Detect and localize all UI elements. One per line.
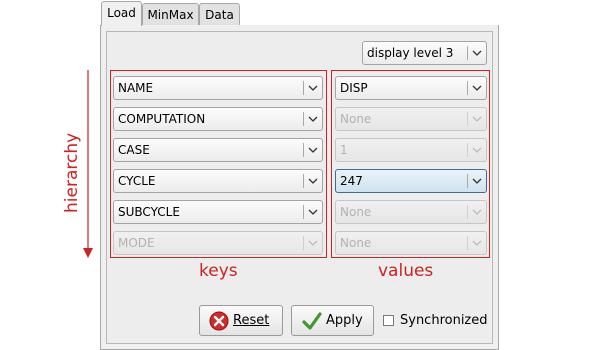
display-level-select[interactable]: display level 3	[362, 41, 487, 65]
value-select-5: None	[335, 200, 487, 224]
tab-load[interactable]: Load	[101, 1, 142, 26]
key-select-5-value: SUBCYCLE	[118, 205, 180, 219]
chevron-down-icon	[308, 209, 318, 215]
combo-separator	[303, 205, 304, 219]
chevron-down-icon	[472, 178, 482, 184]
key-select-3[interactable]: CASE	[113, 138, 323, 162]
chevron-down-icon	[308, 147, 318, 153]
apply-button[interactable]: Apply	[291, 305, 374, 336]
key-select-6: MODE	[113, 231, 323, 255]
combo-separator	[303, 81, 304, 95]
combo-separator	[467, 143, 468, 157]
key-select-4-value: CYCLE	[118, 174, 156, 188]
chevron-down-icon	[472, 209, 482, 215]
synchronized-label: Synchronized	[400, 313, 488, 328]
tab-minmax[interactable]: MinMax	[142, 3, 199, 26]
chevron-down-icon	[308, 116, 318, 122]
reset-label: Reset	[233, 313, 270, 328]
value-select-2-value: None	[340, 112, 372, 126]
combo-separator	[467, 205, 468, 219]
reset-icon	[209, 311, 229, 331]
combo-separator	[467, 236, 468, 250]
checkmark-icon	[302, 312, 322, 330]
value-select-4[interactable]: 247	[335, 169, 487, 193]
apply-label: Apply	[326, 313, 363, 328]
chevron-down-icon	[472, 116, 482, 122]
chevron-down-icon	[472, 85, 482, 91]
key-select-4[interactable]: CYCLE	[113, 169, 323, 193]
reset-button[interactable]: Reset	[199, 305, 283, 336]
hierarchy-label: hierarchy	[62, 132, 82, 213]
chevron-down-icon	[308, 240, 318, 246]
value-select-1-value: DISP	[340, 81, 368, 95]
key-select-3-value: CASE	[118, 143, 150, 157]
chevron-down-icon	[308, 178, 318, 184]
key-select-1[interactable]: NAME	[113, 76, 323, 100]
key-select-5[interactable]: SUBCYCLE	[113, 200, 323, 224]
chevron-down-icon	[472, 147, 482, 153]
hierarchy-arrow	[83, 70, 93, 258]
value-select-3: 1	[335, 138, 487, 162]
chevron-down-icon	[472, 240, 482, 246]
synchronized-checkbox[interactable]	[383, 315, 394, 326]
chevron-down-icon	[472, 50, 482, 56]
value-select-2: None	[335, 107, 487, 131]
combo-separator	[303, 143, 304, 157]
value-select-6: None	[335, 231, 487, 255]
keys-caption: keys	[199, 261, 238, 281]
combo-separator	[467, 112, 468, 126]
key-select-2-value: COMPUTATION	[118, 112, 206, 126]
combo-separator	[303, 236, 304, 250]
key-select-2[interactable]: COMPUTATION	[113, 107, 323, 131]
key-select-1-value: NAME	[118, 81, 154, 95]
value-select-3-value: 1	[340, 143, 348, 157]
chevron-down-icon	[308, 85, 318, 91]
combo-separator	[467, 174, 468, 188]
combo-separator	[303, 174, 304, 188]
value-select-5-value: None	[340, 205, 372, 219]
display-level-value: display level 3	[367, 46, 454, 60]
values-caption: values	[378, 261, 434, 281]
value-select-1[interactable]: DISP	[335, 76, 487, 100]
tab-data[interactable]: Data	[199, 3, 240, 26]
value-select-4-value: 247	[340, 174, 363, 188]
combo-separator	[467, 46, 468, 60]
combo-separator	[303, 112, 304, 126]
combo-separator	[467, 81, 468, 95]
key-select-6-value: MODE	[118, 236, 155, 250]
value-select-6-value: None	[340, 236, 372, 250]
